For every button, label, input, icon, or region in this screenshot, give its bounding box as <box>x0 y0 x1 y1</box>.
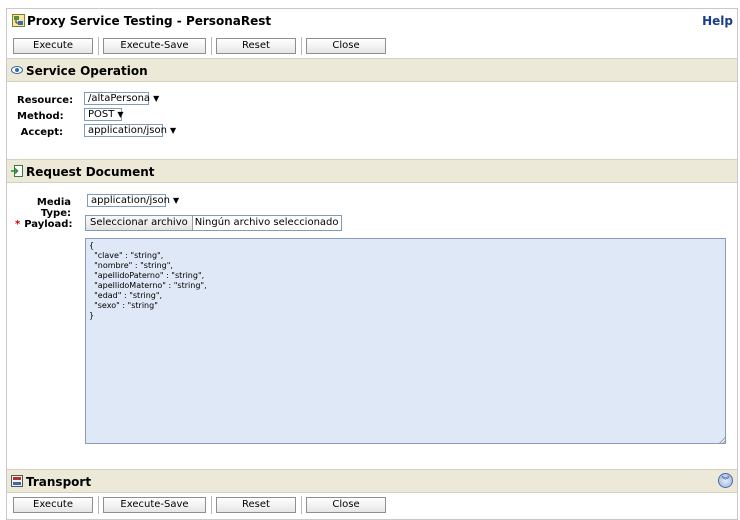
service-operation-header: Service Operation <box>7 58 737 82</box>
required-marker: * <box>15 219 21 230</box>
method-label: Method: <box>17 111 64 122</box>
arrow-in-icon <box>11 165 23 177</box>
execute-button[interactable]: Execute <box>13 497 93 513</box>
resize-handle[interactable] <box>719 437 726 444</box>
resource-label: Resource: <box>17 95 74 106</box>
toolbar-divider <box>98 496 99 514</box>
reset-button[interactable]: Reset <box>216 497 296 513</box>
method-select[interactable]: POST ▼ <box>84 108 124 121</box>
execute-save-button[interactable]: Execute-Save <box>103 497 206 513</box>
toolbar-divider <box>211 37 212 55</box>
section-title: Request Document <box>26 165 155 179</box>
execute-button[interactable]: Execute <box>13 38 93 54</box>
page-title: Proxy Service Testing - PersonaRest <box>27 14 272 28</box>
section-title: Service Operation <box>26 64 148 78</box>
payload-textarea[interactable]: { "clave" : "string", "nombre" : "string… <box>85 238 726 444</box>
top-toolbar: Execute Execute-Save Reset Close <box>7 35 737 59</box>
transport-header[interactable]: Transport ︾ <box>7 469 737 493</box>
reset-button[interactable]: Reset <box>216 38 296 54</box>
accept-label: Accept: <box>20 127 63 138</box>
request-document-header: Request Document <box>7 159 737 183</box>
help-link[interactable]: Help <box>702 14 733 28</box>
close-button[interactable]: Close <box>306 497 386 513</box>
bottom-toolbar: Execute Execute-Save Reset Close <box>7 494 737 518</box>
payload-label-text: Payload: <box>24 219 73 230</box>
section-title: Transport <box>26 475 92 489</box>
resource-select[interactable]: /altaPersona ▼ <box>84 92 159 105</box>
payload-label: * Payload: <box>15 219 73 230</box>
transport-icon <box>11 475 23 487</box>
chevron-down-circle-icon[interactable]: ︾ <box>718 473 733 488</box>
toolbar-divider <box>301 37 302 55</box>
eye-icon <box>11 66 23 74</box>
proxy-service-icon <box>12 14 25 27</box>
toolbar-divider <box>211 496 212 514</box>
chevron-down-icon: ▼ <box>172 196 180 205</box>
accept-select[interactable]: application/json ▼ <box>84 124 176 137</box>
toolbar-divider <box>98 37 99 55</box>
proxy-testing-window: Proxy Service Testing - PersonaRest Help… <box>6 8 738 520</box>
media-type-label: Media Type: <box>36 197 71 219</box>
choose-file-button[interactable]: Seleccionar archivo <box>86 216 193 230</box>
file-status: Ningún archivo seleccionado <box>194 217 339 228</box>
payload-file-input: Seleccionar archivo Ningún archivo selecc… <box>85 215 342 231</box>
chevron-down-icon: ▼ <box>169 126 177 135</box>
chevron-down-icon: ▼ <box>117 110 124 119</box>
media-type-select[interactable]: application/json ▼ <box>87 194 179 207</box>
close-button[interactable]: Close <box>306 38 386 54</box>
title-bar: Proxy Service Testing - PersonaRest Help <box>7 9 737 33</box>
chevron-down-icon: ▼ <box>153 94 160 103</box>
execute-save-button[interactable]: Execute-Save <box>103 38 206 54</box>
toolbar-divider <box>301 496 302 514</box>
